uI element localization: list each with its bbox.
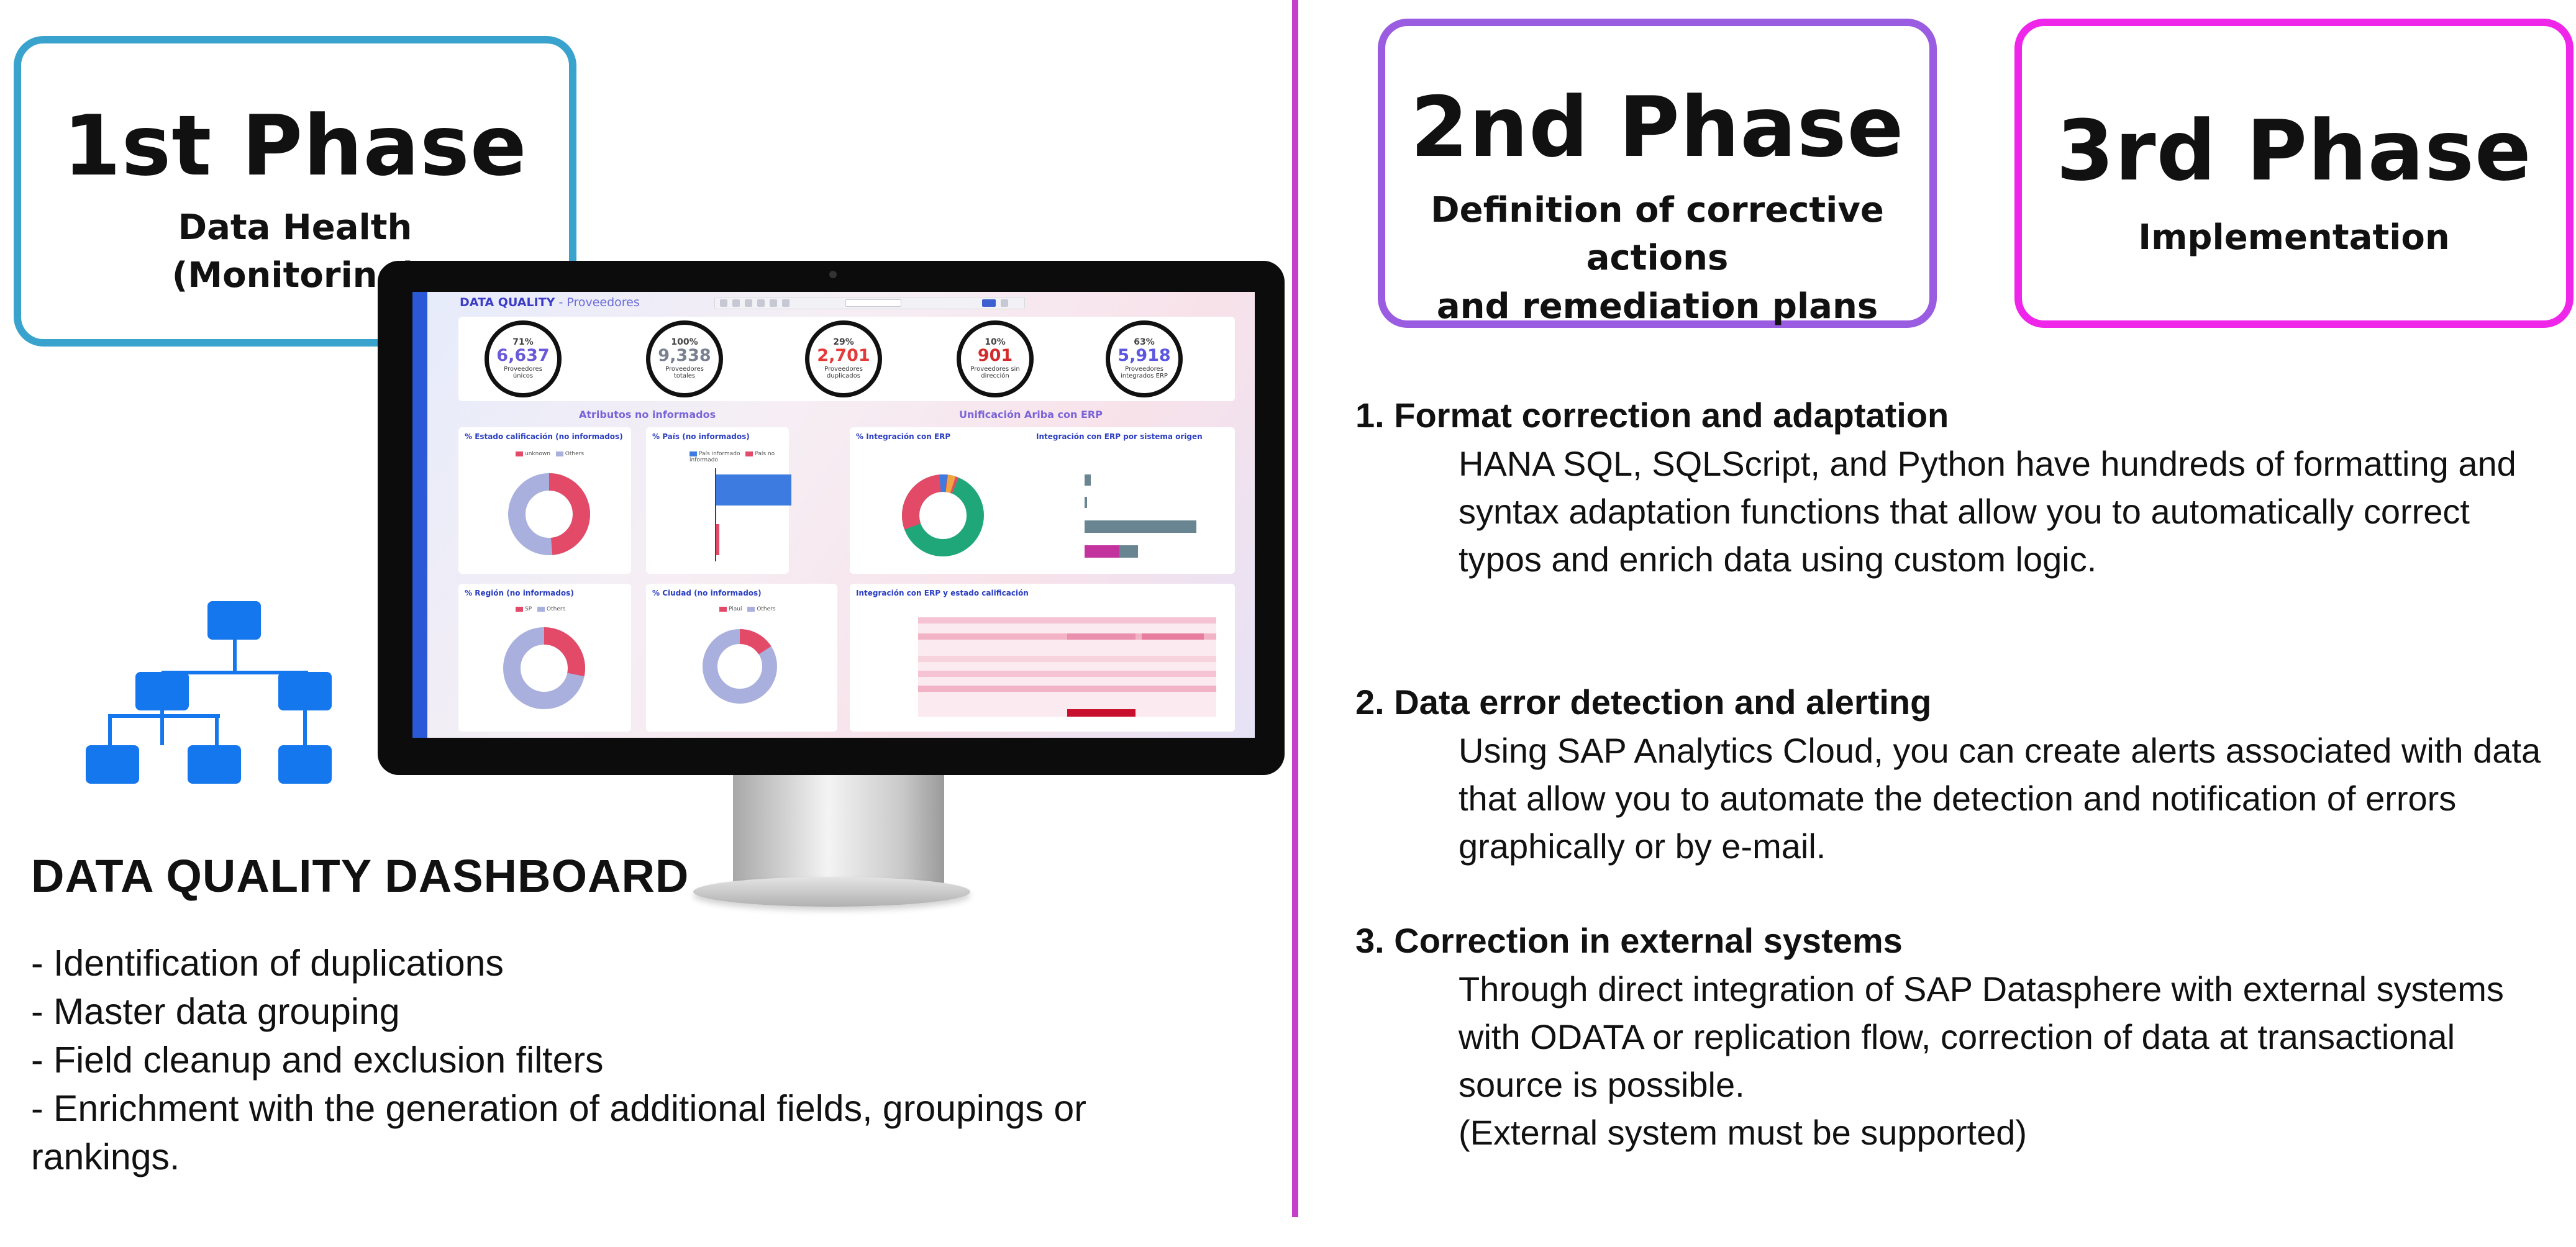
kpi-value: 901 bbox=[977, 346, 1013, 365]
phase-2-title: 2nd Phase bbox=[1410, 79, 1905, 176]
kpi-label: Proveedores sin dirección bbox=[970, 366, 1020, 379]
bar-sistema-2 bbox=[1085, 497, 1087, 508]
kpi-circle[interactable]: 29% 2,701 Proveedores duplicados bbox=[805, 320, 882, 397]
phase-2-subtitle-line-1: Definition of corrective actions bbox=[1431, 190, 1884, 279]
toolbar-settings-icon[interactable] bbox=[1001, 299, 1008, 307]
kpi-value: 2,701 bbox=[817, 346, 870, 365]
toolbar-undo-icon[interactable] bbox=[720, 299, 727, 307]
kpi-label: Proveedores totales bbox=[665, 366, 704, 379]
toolbar-filter-icon[interactable] bbox=[757, 299, 765, 307]
feature-item: - Identification of duplications bbox=[31, 943, 504, 984]
section-heading: 3. Correction in external systems bbox=[1355, 921, 1903, 960]
panel-title: % Ciudad (no informados) bbox=[652, 589, 762, 597]
kpi-value: 5,918 bbox=[1117, 346, 1171, 365]
camera-icon bbox=[829, 271, 837, 278]
phase-3-title: 3rd Phase bbox=[2056, 102, 2532, 199]
donut-chart-erp bbox=[902, 474, 984, 556]
legend: unknown Others bbox=[516, 451, 584, 457]
feature-item: - Enrichment with the generation of addi… bbox=[31, 1088, 1086, 1177]
dashboard-title-main: DATA QUALITY bbox=[460, 296, 555, 309]
kpi-circle[interactable]: 71% 6,637 Proveedores únicos bbox=[485, 320, 562, 397]
toolbar-present-icon[interactable] bbox=[982, 299, 996, 307]
feature-list: - Identification of duplications - Maste… bbox=[31, 939, 1205, 1181]
legend: País informado País no informado bbox=[690, 451, 775, 463]
section-body: Through direct integration of SAP Datasp… bbox=[1459, 969, 2504, 1104]
monitor-base bbox=[693, 877, 970, 907]
toolbar-dropdown[interactable] bbox=[845, 299, 901, 307]
toolbar-edit-icon[interactable] bbox=[782, 299, 790, 307]
kpi-value: 6,637 bbox=[496, 346, 550, 365]
dashboard-toolbar[interactable] bbox=[714, 297, 1025, 309]
kpi-circle[interactable]: 100% 9,338 Proveedores totales bbox=[646, 320, 723, 397]
toolbar-chart-icon[interactable] bbox=[770, 299, 777, 307]
panel-title: Integración con ERP y estado calificació… bbox=[856, 589, 1029, 597]
section-format-correction: 1. Format correction and adaptation HANA… bbox=[1355, 391, 2548, 583]
panel-title: % Estado calificación (no informados) bbox=[465, 432, 623, 441]
section-label-unification: Unificación Ariba con ERP bbox=[959, 409, 1103, 420]
legend: Piauí Others bbox=[719, 606, 776, 612]
kpi-label: Proveedores integrados ERP bbox=[1121, 366, 1168, 379]
section-label-attributes: Atributos no informados bbox=[579, 409, 716, 420]
section-body: Using SAP Analytics Cloud, you can creat… bbox=[1459, 731, 2541, 866]
phase-3-card: 3rd Phase Implementation bbox=[2014, 19, 2574, 328]
section-external-systems: 3. Correction in external systems Throug… bbox=[1355, 917, 2548, 1156]
panel-ciudad[interactable]: % Ciudad (no informados) Piauí Others bbox=[646, 584, 837, 732]
section-note: (External system must be supported) bbox=[1459, 1113, 2028, 1152]
bar-sistema-1 bbox=[1085, 474, 1091, 486]
vertical-divider bbox=[1292, 0, 1298, 1217]
phase-2-card: 2nd Phase Definition of corrective actio… bbox=[1378, 19, 1937, 328]
monitor-stand bbox=[733, 775, 944, 887]
kpi-label: Proveedores duplicados bbox=[824, 366, 863, 379]
bar-sistema-3 bbox=[1085, 520, 1196, 533]
bar-sistema-4 bbox=[1085, 545, 1119, 558]
dashboard-title-suffix: - Proveedores bbox=[555, 296, 640, 309]
toolbar-redo-icon[interactable] bbox=[732, 299, 740, 307]
panel-title: % Integración con ERP bbox=[856, 432, 951, 441]
donut-chart-ciudad bbox=[703, 629, 777, 704]
donut-chart-region bbox=[503, 627, 585, 709]
donut-chart bbox=[508, 473, 590, 555]
phase-3-subtitle: Implementation bbox=[2138, 217, 2450, 258]
toolbar-refresh-icon[interactable] bbox=[745, 299, 752, 307]
section-heading: 1. Format correction and adaptation bbox=[1355, 396, 1949, 435]
dashboard-heading: DATA QUALITY DASHBOARD bbox=[31, 850, 690, 902]
kpi-label: Proveedores únicos bbox=[504, 366, 542, 379]
panel-integracion-calificacion[interactable]: Integración con ERP y estado calificació… bbox=[850, 584, 1235, 732]
kpi-circle[interactable]: 63% 5,918 Proveedores integrados ERP bbox=[1106, 320, 1183, 397]
axis-line bbox=[715, 468, 716, 561]
feature-item: - Master data grouping bbox=[31, 991, 400, 1032]
legend: SP Others bbox=[516, 606, 565, 612]
panel-integracion-erp[interactable]: % Integración con ERP Integración con ER… bbox=[850, 427, 1235, 574]
section-heading: 2. Data error detection and alerting bbox=[1355, 682, 1932, 722]
panel-title: % País (no informados) bbox=[652, 432, 750, 441]
phase-1-title: 1st Phase bbox=[63, 97, 527, 194]
heatmap bbox=[918, 617, 1216, 717]
bar-sistema-5 bbox=[1119, 545, 1138, 558]
panel-pais[interactable]: % País (no informados) País informado Pa… bbox=[646, 427, 791, 574]
section-body: HANA SQL, SQLScript, and Python have hun… bbox=[1459, 444, 2516, 579]
panel-region[interactable]: % Región (no informados) SP Others bbox=[458, 584, 631, 732]
panel-title-sistema-origen: Integración con ERP por sistema origen bbox=[1036, 432, 1203, 441]
dashboard-side-bar bbox=[412, 292, 427, 738]
panel-title: % Región (no informados) bbox=[465, 589, 574, 597]
phase-2-subtitle-line-2: and remediation plans bbox=[1436, 286, 1878, 327]
phase-1-subtitle-line-1: Data Health bbox=[178, 207, 412, 248]
feature-item: - Field cleanup and exclusion filters bbox=[31, 1040, 604, 1081]
panel-estado-calificacion[interactable]: % Estado calificación (no informados) un… bbox=[458, 427, 631, 574]
dashboard-title: DATA QUALITY - Proveedores bbox=[460, 296, 640, 309]
kpi-value: 9,338 bbox=[658, 346, 711, 365]
kpi-circle[interactable]: 10% 901 Proveedores sin dirección bbox=[957, 320, 1034, 397]
section-error-detection: 2. Data error detection and alerting Usi… bbox=[1355, 678, 2548, 870]
bar-pais-informado bbox=[716, 474, 791, 506]
